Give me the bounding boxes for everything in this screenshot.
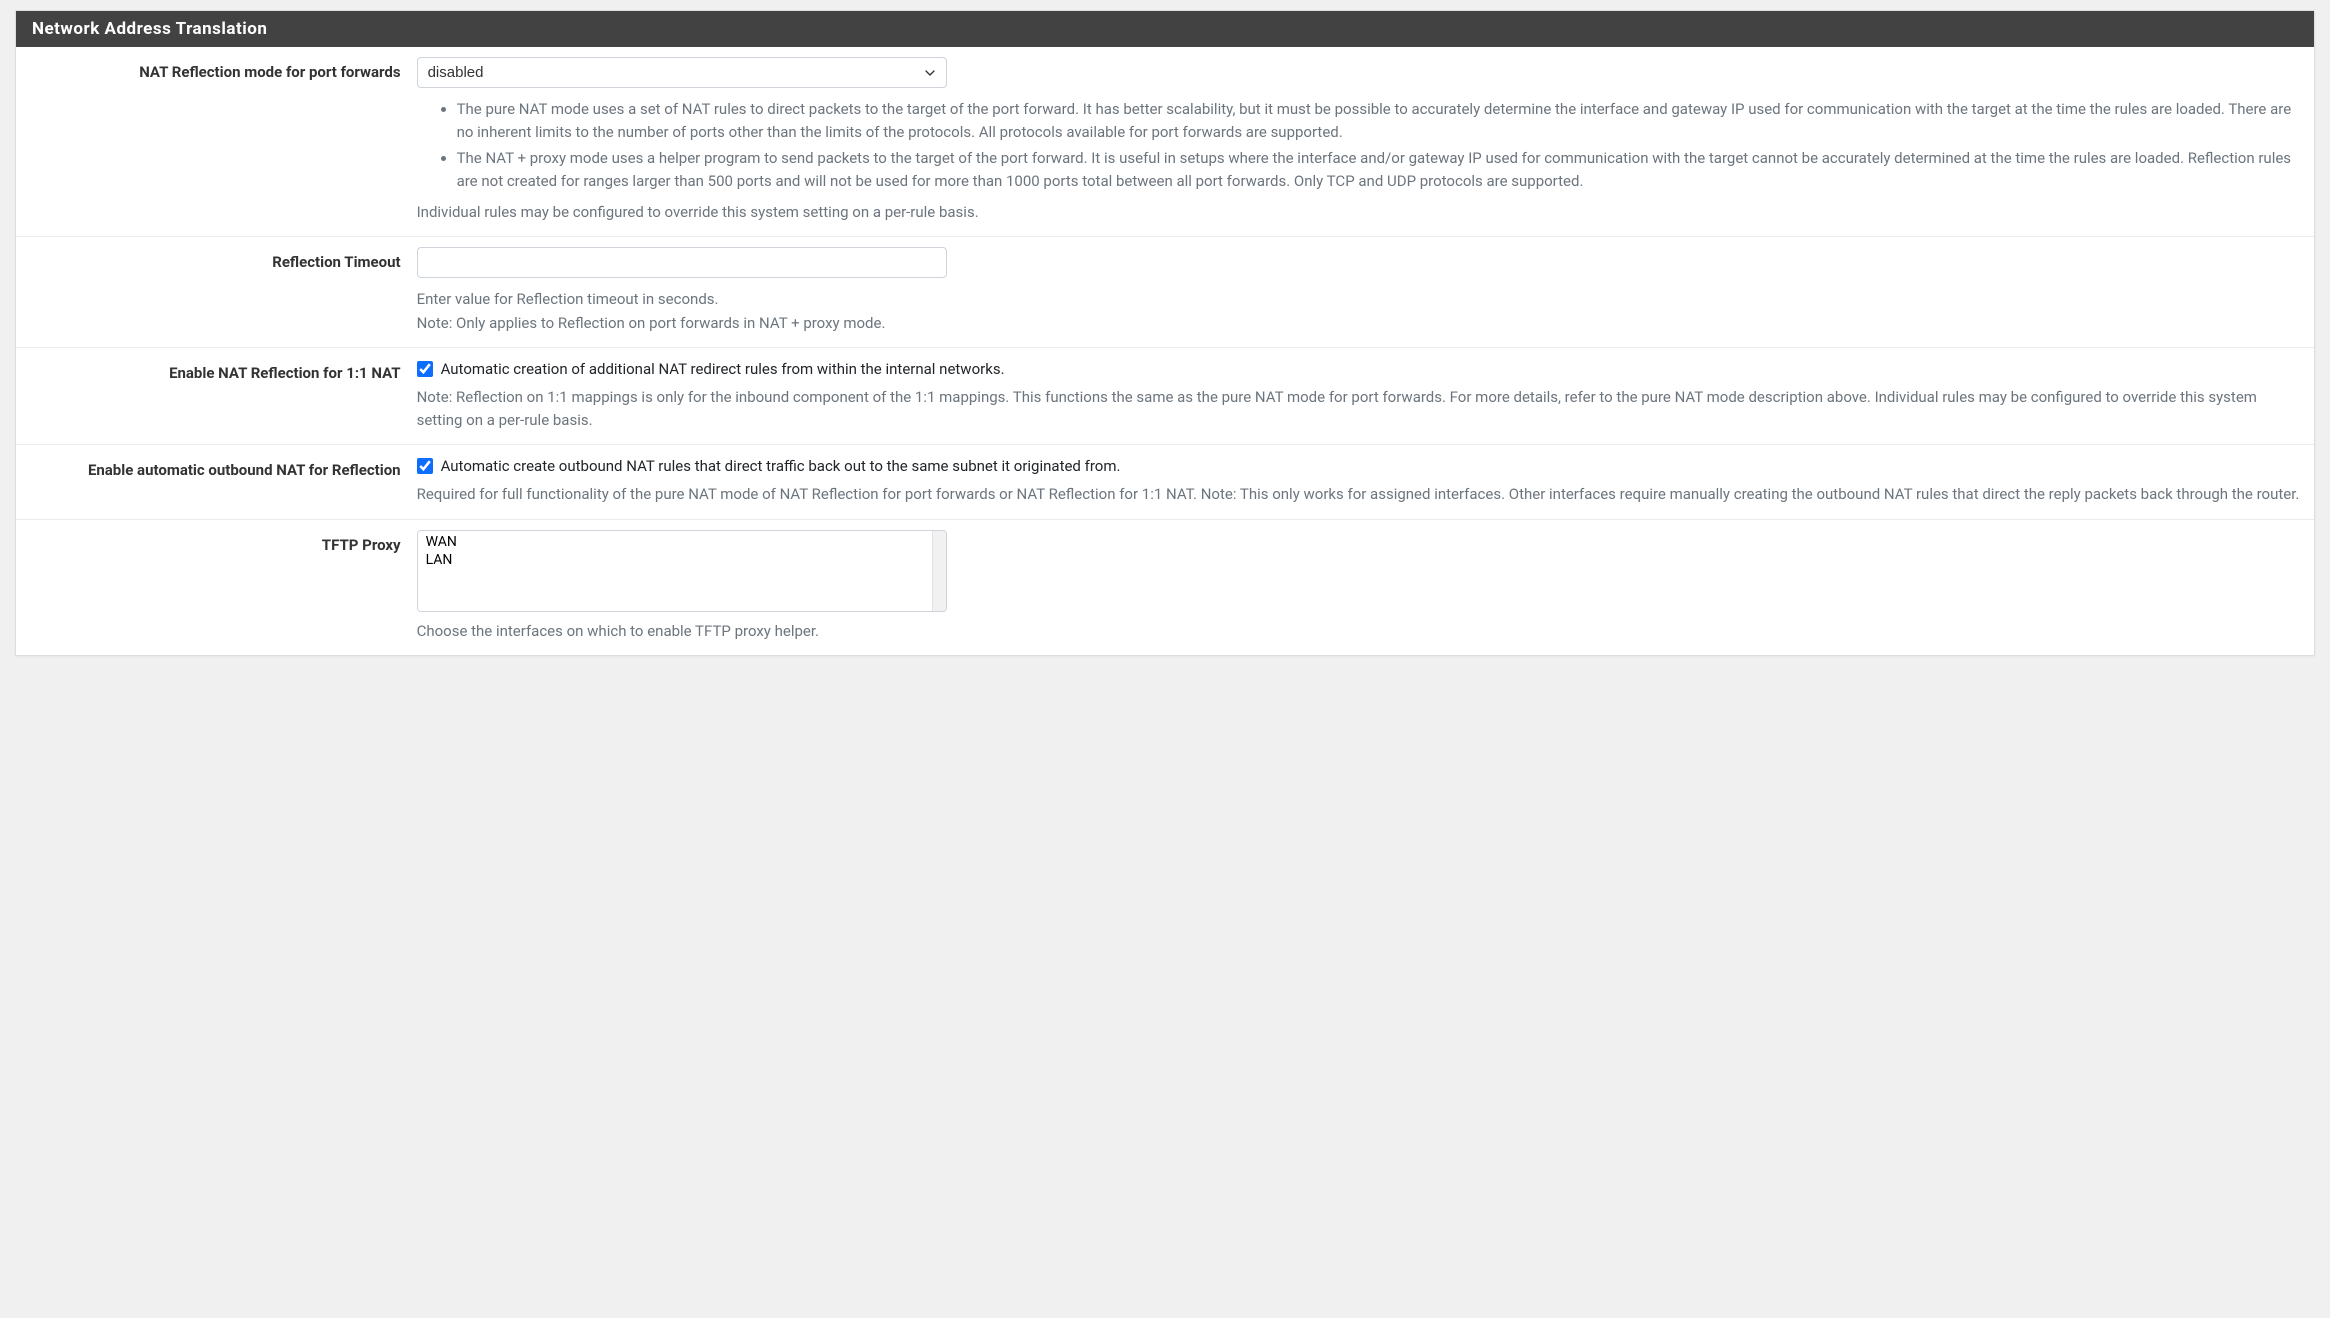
checkbox-row-auto-outbound: Automatic create outbound NAT rules that… [417, 457, 2302, 475]
input-reflection-timeout[interactable] [417, 247, 947, 278]
row-reflection-timeout: Reflection Timeout Enter value for Refle… [16, 237, 2314, 348]
checkbox-enable-auto-outbound[interactable] [417, 458, 433, 474]
option-wan[interactable]: WAN [422, 533, 928, 551]
nat-panel: Network Address Translation NAT Reflecti… [15, 10, 2315, 656]
control-reflection-timeout: Enter value for Reflection timeout in se… [415, 247, 2302, 335]
label-nat-reflection-mode: NAT Reflection mode for port forwards [28, 57, 415, 224]
help-tftp-proxy: Choose the interfaces on which to enable… [417, 620, 2302, 643]
control-nat-reflection-mode: disabled The pure NAT mode uses a set of… [415, 57, 2302, 224]
panel-title: Network Address Translation [16, 11, 2314, 47]
checkbox-label-auto-outbound: Automatic create outbound NAT rules that… [441, 457, 1121, 475]
help-enable-nat-11: Note: Reflection on 1:1 mappings is only… [417, 386, 2302, 433]
scrollbar-track[interactable] [932, 531, 946, 611]
control-tftp-proxy: WAN LAN Choose the interfaces on which t… [415, 530, 2302, 643]
help-reflection-timeout: Enter value for Reflection timeout in se… [417, 288, 2302, 335]
select-nat-reflection-mode[interactable]: disabled [417, 57, 947, 88]
help-reflection-timeout-line1: Enter value for Reflection timeout in se… [417, 290, 719, 308]
help-reflection-timeout-line2: Note: Only applies to Reflection on port… [417, 314, 886, 332]
multiselect-wrap-tftp: WAN LAN [417, 530, 947, 612]
label-reflection-timeout: Reflection Timeout [28, 247, 415, 335]
row-enable-nat-11: Enable NAT Reflection for 1:1 NAT Automa… [16, 348, 2314, 446]
row-tftp-proxy: TFTP Proxy WAN LAN Choose the interfaces… [16, 520, 2314, 655]
row-enable-auto-outbound: Enable automatic outbound NAT for Reflec… [16, 445, 2314, 519]
label-enable-auto-outbound: Enable automatic outbound NAT for Reflec… [28, 455, 415, 506]
help-list-nat-mode: The pure NAT mode uses a set of NAT rule… [417, 98, 2302, 193]
help-enable-auto-outbound: Required for full functionality of the p… [417, 483, 2302, 506]
multiselect-tftp-proxy[interactable]: WAN LAN [418, 531, 932, 611]
option-lan[interactable]: LAN [422, 551, 928, 569]
checkbox-row-nat-11: Automatic creation of additional NAT red… [417, 360, 2302, 378]
label-tftp-proxy: TFTP Proxy [28, 530, 415, 643]
control-enable-auto-outbound: Automatic create outbound NAT rules that… [415, 455, 2302, 506]
help-footer-nat-mode: Individual rules may be configured to ov… [417, 201, 2302, 224]
checkbox-enable-nat-11[interactable] [417, 361, 433, 377]
label-enable-nat-11: Enable NAT Reflection for 1:1 NAT [28, 358, 415, 433]
row-nat-reflection-mode: NAT Reflection mode for port forwards di… [16, 47, 2314, 237]
control-enable-nat-11: Automatic creation of additional NAT red… [415, 358, 2302, 433]
help-bullet-purenat: The pure NAT mode uses a set of NAT rule… [457, 98, 2302, 145]
help-bullet-natproxy: The NAT + proxy mode uses a helper progr… [457, 147, 2302, 194]
checkbox-label-nat-11: Automatic creation of additional NAT red… [441, 360, 1005, 378]
